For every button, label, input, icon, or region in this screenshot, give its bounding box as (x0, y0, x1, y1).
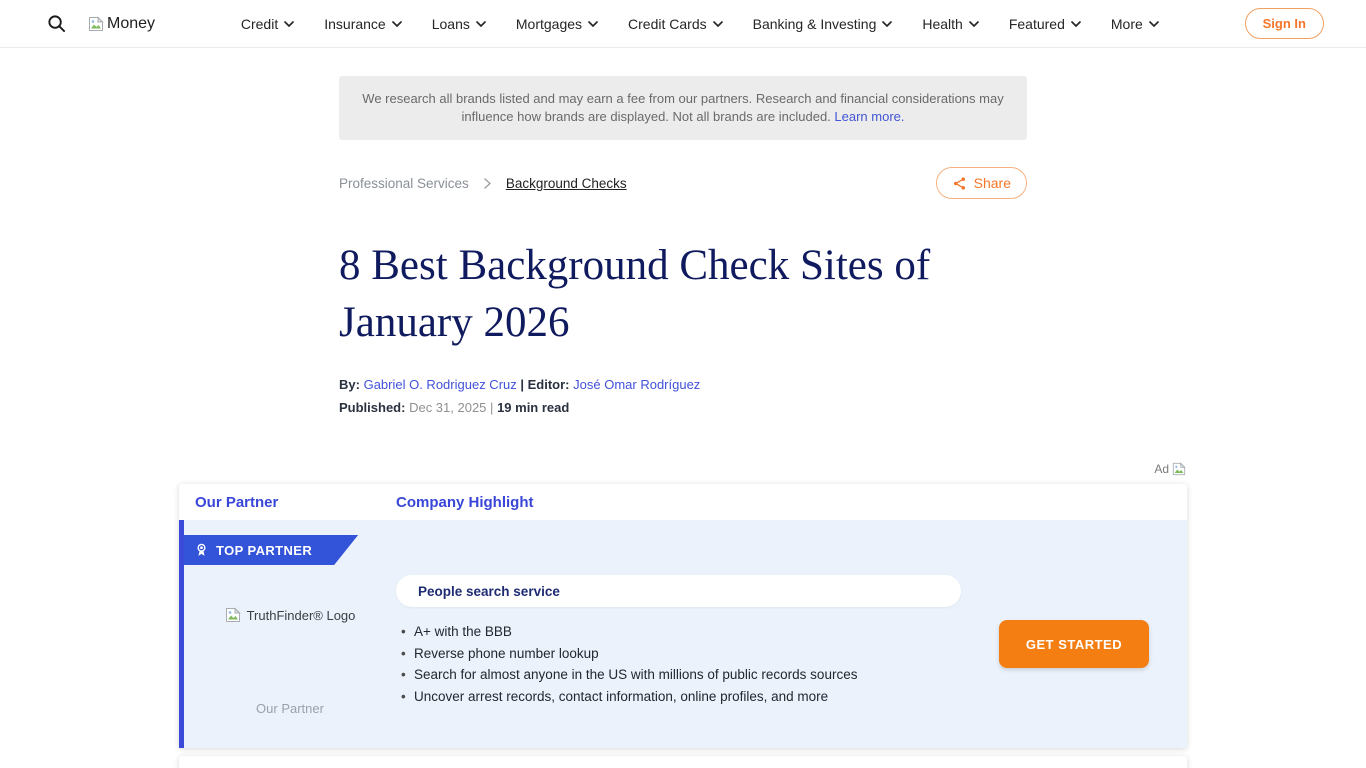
chevron-down-icon (882, 21, 892, 27)
partner-logo: TruthFinder® Logo (225, 607, 356, 623)
highlight-bullet: Reverse phone number lookup (396, 643, 961, 665)
money-logo[interactable]: Money (88, 15, 155, 33)
learn-more-link[interactable]: Learn more. (834, 109, 904, 124)
nav-item-credit[interactable]: Credit (241, 16, 294, 32)
published-label: Published: (339, 400, 405, 415)
nav-item-mortgages[interactable]: Mortgages (516, 16, 598, 32)
our-partner-caption: Our Partner (256, 701, 324, 716)
disclosure-text: We research all brands listed and may ea… (362, 91, 1003, 124)
top-partner-badge: TOP PARTNER (184, 535, 358, 565)
sign-in-button[interactable]: Sign In (1245, 8, 1324, 39)
partner-logo-alt-text: TruthFinder® Logo (247, 608, 356, 623)
award-ribbon-icon (195, 542, 208, 558)
chevron-down-icon (713, 21, 723, 27)
highlight-bullet: Search for almost anyone in the US with … (396, 664, 961, 686)
nav-item-featured[interactable]: Featured (1009, 16, 1081, 32)
broken-image-icon (225, 607, 241, 623)
broken-image-icon (88, 16, 104, 32)
partner-comparison-card: Our Partner Company Highlight TOP PARTNE… (179, 484, 1187, 748)
next-partner-row-stub (179, 756, 1187, 768)
search-button[interactable] (46, 14, 66, 34)
get-started-button[interactable]: GET STARTED (999, 620, 1149, 668)
page-title: 8 Best Background Check Sites of January… (339, 237, 1027, 351)
share-button[interactable]: Share (936, 167, 1027, 199)
breadcrumb-current-link[interactable]: Background Checks (506, 176, 627, 191)
author-link[interactable]: Gabriel O. Rodriguez Cruz (364, 377, 517, 392)
nav-item-insurance[interactable]: Insurance (324, 16, 401, 32)
company-highlight-cell: People search service A+ with the BBB Re… (396, 575, 961, 748)
highlight-bullet: Uncover arrest records, contact informat… (396, 686, 961, 708)
service-category-pill: People search service (396, 575, 961, 607)
search-icon (47, 14, 66, 33)
nav-item-loans[interactable]: Loans (432, 16, 486, 32)
partner-logo-cell: TruthFinder® Logo Our Partner (184, 575, 396, 748)
column-header-company-highlight: Company Highlight (396, 494, 534, 511)
editor-link[interactable]: José Omar Rodríguez (573, 377, 700, 392)
read-time: 19 min read (497, 400, 569, 415)
chevron-down-icon (392, 21, 402, 27)
published-line: Published: Dec 31, 2025 | 19 min read (339, 400, 1027, 415)
highlight-bullet: A+ with the BBB (396, 621, 961, 643)
advertiser-disclosure: We research all brands listed and may ea… (339, 76, 1027, 140)
chevron-down-icon (1071, 21, 1081, 27)
highlight-bullet-list: A+ with the BBB Reverse phone number loo… (396, 621, 961, 707)
chevron-down-icon (284, 21, 294, 27)
column-header-our-partner: Our Partner (179, 494, 396, 511)
chevron-down-icon (588, 21, 598, 27)
partner-table-header: Our Partner Company Highlight (179, 484, 1187, 520)
ad-marker: Ad (179, 462, 1187, 476)
editor-label: | Editor: (520, 377, 569, 392)
main-nav: Credit Insurance Loans Mortgages Credit … (241, 16, 1159, 32)
nav-item-more[interactable]: More (1111, 16, 1159, 32)
top-partner-row: TOP PARTNER TruthFinder® Logo (179, 520, 1187, 748)
page-main: We research all brands listed and may ea… (0, 76, 1366, 768)
cta-cell: GET STARTED (961, 575, 1187, 748)
breadcrumb: Professional Services Background Checks (339, 176, 627, 191)
share-icon (952, 176, 967, 191)
broken-image-icon (1172, 462, 1186, 476)
ad-label: Ad (1154, 462, 1169, 476)
by-label: By: (339, 377, 360, 392)
chevron-down-icon (476, 21, 486, 27)
top-partner-label: TOP PARTNER (216, 543, 312, 558)
nav-item-health[interactable]: Health (922, 16, 978, 32)
chevron-down-icon (969, 21, 979, 27)
top-navigation-bar: Money Credit Insurance Loans Mortgages C… (0, 0, 1366, 48)
breadcrumb-parent-link[interactable]: Professional Services (339, 176, 469, 191)
logo-alt-text: Money (107, 15, 155, 33)
share-label: Share (974, 175, 1011, 191)
chevron-down-icon (1149, 21, 1159, 27)
divider: | (490, 400, 493, 415)
byline: By: Gabriel O. Rodriguez Cruz | Editor: … (339, 377, 1027, 392)
breadcrumb-row: Professional Services Background Checks (339, 166, 1027, 200)
nav-item-credit-cards[interactable]: Credit Cards (628, 16, 723, 32)
published-date: Dec 31, 2025 (409, 400, 486, 415)
chevron-right-icon (484, 178, 491, 189)
nav-item-banking-investing[interactable]: Banking & Investing (753, 16, 893, 32)
